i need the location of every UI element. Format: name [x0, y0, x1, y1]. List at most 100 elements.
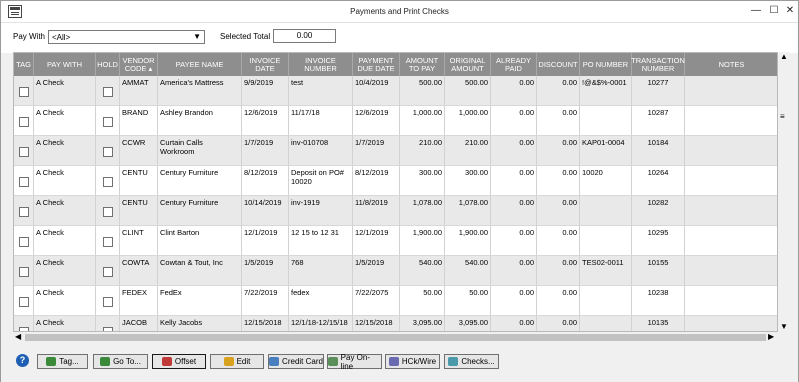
table-row[interactable]: A Check CENTU Century Furniture 10/14/2019 i… — [14, 196, 777, 226]
horizontal-scroll-thumb[interactable] — [25, 334, 766, 341]
scroll-up-icon[interactable]: ▲ — [780, 52, 788, 61]
title-bar: Payments and Print Checks — ☐ ✕ — [1, 1, 798, 23]
table-cell: 0.00 — [491, 106, 537, 136]
table-cell: 540.00 — [400, 256, 445, 286]
chevron-down-icon: ▼ — [193, 32, 201, 41]
column-header[interactable]: HOLD — [96, 53, 120, 76]
hold-checkbox[interactable] — [102, 297, 113, 307]
scroll-right-icon[interactable]: ▶ — [768, 332, 774, 341]
table-cell: 8/12/2019 — [353, 166, 400, 196]
minimize-button[interactable]: — — [749, 4, 763, 18]
tag-checkbox[interactable] — [18, 267, 29, 277]
table-cell: 7/22/2075 — [353, 286, 400, 316]
horizontal-scrollbar[interactable]: ◀ ▶ — [13, 332, 778, 343]
table-cell — [685, 76, 777, 106]
table-cell — [685, 226, 777, 256]
tag-checkbox[interactable] — [18, 117, 29, 127]
maximize-button[interactable]: ☐ — [767, 4, 781, 18]
hold-checkbox[interactable] — [102, 87, 113, 97]
table-cell: 12/6/2019 — [242, 106, 289, 136]
table-cell — [685, 136, 777, 166]
vertical-scrollbar[interactable]: ▲ ≡ ▼ — [779, 52, 789, 332]
table-cell: AMMAT — [120, 76, 158, 106]
table-cell: 10/14/2019 — [242, 196, 289, 226]
offset-button[interactable]: Offset — [152, 354, 206, 369]
table-row[interactable]: A Check CENTU Century Furniture 8/12/2019 De… — [14, 166, 777, 196]
column-header[interactable]: PAYMENT DUE DATE — [353, 53, 400, 76]
hold-checkbox[interactable] — [102, 177, 113, 187]
column-header[interactable]: DISCOUNT — [537, 53, 580, 76]
table-row[interactable]: A Check AMMAT America's Mattress 9/9/2019 te… — [14, 76, 777, 106]
hold-checkbox[interactable] — [102, 207, 113, 217]
column-header[interactable]: NOTES — [685, 53, 777, 76]
table-cell — [580, 106, 632, 136]
scroll-thumb-icon[interactable]: ≡ — [780, 112, 785, 121]
table-cell: A Check — [34, 226, 96, 256]
table-cell: TES02-0011 — [580, 256, 632, 286]
column-header[interactable]: AMOUNT TO PAY — [400, 53, 445, 76]
table-cell: 10287 — [632, 106, 685, 136]
checkbox-cell — [14, 196, 34, 226]
table-cell: 0.00 — [491, 166, 537, 196]
table-cell: 300.00 — [400, 166, 445, 196]
table-row[interactable]: A Check CLINT Clint Barton 12/1/2019 12 15 t… — [14, 226, 777, 256]
table-cell: 1,078.00 — [400, 196, 445, 226]
table-row[interactable]: A Check COWTA Cowtan & Tout, Inc 1/5/2019 76… — [14, 256, 777, 286]
goto-button[interactable]: Go To... — [93, 354, 148, 369]
credit-card-button[interactable]: Credit Card — [268, 354, 324, 369]
tag-checkbox[interactable] — [18, 147, 29, 157]
table-cell: 1,900.00 — [400, 226, 445, 256]
globe-icon — [328, 357, 338, 366]
column-header[interactable]: TRANSACTION NUMBER — [631, 53, 685, 76]
pay-online-button[interactable]: Pay On-line — [327, 353, 382, 371]
tag-checkbox[interactable] — [18, 207, 29, 217]
table-cell: 11/8/2019 — [353, 196, 400, 226]
column-header[interactable]: VENDOR CODE ▴ — [120, 53, 158, 76]
tag-checkbox[interactable] — [18, 297, 29, 307]
help-icon[interactable]: ? — [16, 354, 29, 367]
table-row[interactable]: A Check JACOB Kelly Jacobs 12/15/2018 12/1/1… — [14, 316, 777, 331]
selected-total-field: 0.00 — [273, 29, 336, 43]
column-header[interactable]: PO NUMBER — [580, 53, 632, 76]
table-cell: A Check — [34, 316, 96, 331]
checks-button[interactable]: Checks... — [444, 354, 499, 369]
tag-checkbox[interactable] — [18, 87, 29, 97]
scroll-down-icon[interactable]: ▼ — [780, 322, 788, 331]
table-cell: 0.00 — [537, 76, 580, 106]
table-row[interactable]: A Check BRAND Ashley Brandon 12/6/2019 11/17… — [14, 106, 777, 136]
column-header[interactable]: PAY WITH — [34, 53, 96, 76]
tag-checkbox[interactable] — [18, 177, 29, 187]
hold-checkbox[interactable] — [102, 117, 113, 127]
pay-with-select[interactable]: <All> ▼ — [48, 30, 205, 44]
column-header[interactable]: PAYEE NAME — [158, 53, 242, 76]
checkbox-cell — [96, 106, 120, 136]
column-header[interactable]: ORIGINAL AMOUNT — [445, 53, 491, 76]
tag-checkbox[interactable] — [18, 237, 29, 247]
table-cell — [685, 256, 777, 286]
table-cell: Century Furniture — [158, 196, 242, 226]
table-cell: Curtain Calls Workroom — [158, 136, 242, 166]
edit-button[interactable]: Edit — [210, 354, 264, 369]
column-header[interactable]: INVOICE DATE — [242, 53, 289, 76]
close-button[interactable]: ✕ — [783, 4, 797, 18]
scroll-left-icon[interactable]: ◀ — [15, 332, 21, 341]
tag-button[interactable]: Tag... — [37, 354, 88, 369]
hck-wire-button[interactable]: HCk/Wire — [385, 354, 440, 369]
hold-checkbox[interactable] — [102, 147, 113, 157]
column-header[interactable]: INVOICE NUMBER — [289, 53, 353, 76]
column-header[interactable]: ALREADY PAID — [491, 53, 537, 76]
table-cell: 1,000.00 — [445, 106, 491, 136]
table-cell: A Check — [34, 286, 96, 316]
table-cell: A Check — [34, 136, 96, 166]
table-cell: 12/1/18-12/15/18 — [289, 316, 353, 331]
hold-checkbox[interactable] — [102, 237, 113, 247]
table-row[interactable]: A Check CCWR Curtain Calls Workroom 1/7/201… — [14, 136, 777, 166]
table-row[interactable]: A Check FEDEX FedEx 7/22/2019 fedex 7/22/2075… — [14, 286, 777, 316]
table-cell: 10/4/2019 — [353, 76, 400, 106]
table-cell: Century Furniture — [158, 166, 242, 196]
table-cell: 10277 — [632, 76, 685, 106]
table-cell: 0.00 — [491, 256, 537, 286]
check-icon — [46, 357, 57, 366]
column-header[interactable]: TAG — [14, 53, 34, 76]
hold-checkbox[interactable] — [102, 267, 113, 277]
